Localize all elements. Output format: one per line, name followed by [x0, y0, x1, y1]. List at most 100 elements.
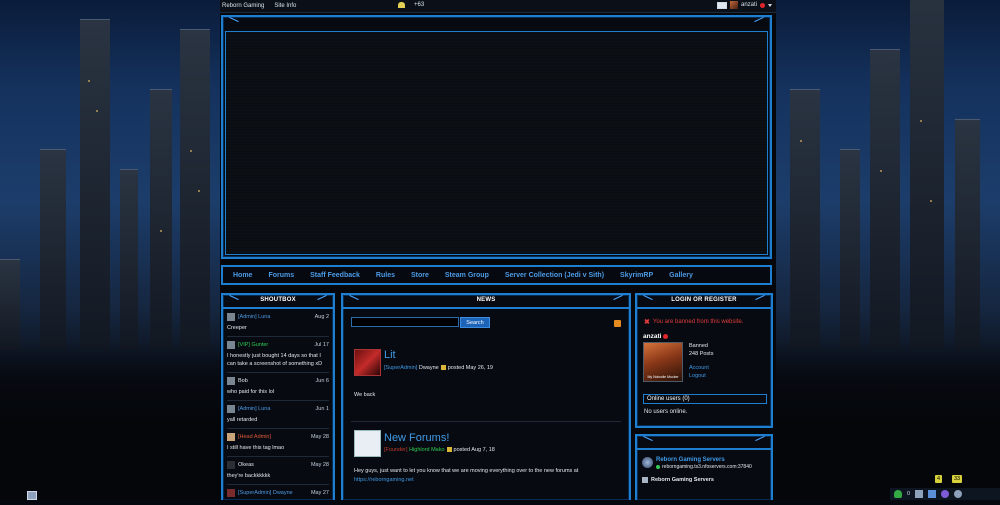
avatar[interactable] — [227, 432, 235, 441]
teamspeak-icon — [642, 457, 653, 468]
article-title[interactable]: New Forums! — [384, 432, 449, 444]
shout-user[interactable]: [Admin] Luna — [238, 406, 270, 412]
shout-message: they're backkkkkk — [227, 473, 271, 479]
nav-server-collection[interactable]: Server Collection (Jedi v Sith) — [505, 272, 604, 279]
avatar[interactable] — [227, 488, 235, 497]
avatar[interactable] — [227, 340, 235, 349]
shout-user[interactable]: Bob — [238, 378, 248, 384]
author-name[interactable]: Dwayne — [419, 365, 439, 371]
shoutbox-header: SHOUTBOX — [223, 294, 333, 309]
shoutbox-list: [Admin] Luna Aug 2 Creeper [VIP] Gunter Ju… — [223, 309, 333, 501]
game-server[interactable]: Reborn Gaming Servers — [642, 477, 771, 483]
article-body: Hey guys, just want to let you know that… — [354, 467, 616, 485]
chevron-down-icon[interactable] — [768, 3, 772, 7]
nav-skyrimrp[interactable]: SkyrimRP — [620, 272, 653, 279]
shout-date: Aug 2 — [314, 313, 329, 320]
shout-user[interactable]: [SuperAdmin] Dwayne — [238, 490, 293, 496]
banned-message: ✖ You are banned from this website. — [644, 318, 771, 326]
nav-rules[interactable]: Rules — [376, 272, 395, 279]
online-users-empty: No users online. — [644, 409, 688, 415]
article-link[interactable]: https://reborngaming.net — [354, 477, 414, 483]
notification-badge[interactable]: 33 — [952, 475, 963, 483]
shout-user[interactable]: Okeas — [238, 462, 254, 468]
avatar[interactable] — [729, 1, 738, 9]
nav-gallery[interactable]: Gallery — [669, 272, 693, 279]
list-item: [Head Admin] May 28 I still have this tag… — [227, 429, 329, 457]
shout-date: May 27 — [310, 489, 329, 496]
login-header: LOGIN OR REGISTER — [637, 294, 771, 309]
login-title: LOGIN OR REGISTER — [671, 297, 737, 303]
server-address-text: reborngaming.ts3.nfoservers.com:37840 — [662, 464, 752, 470]
article-title[interactable]: Lit — [384, 349, 396, 361]
username-label[interactable]: anzati — [643, 333, 661, 340]
nav-home[interactable]: Home — [233, 272, 252, 279]
notification-badge[interactable]: 4 — [935, 475, 943, 483]
notifications-icon[interactable] — [941, 490, 950, 498]
friends-icon[interactable] — [954, 490, 963, 498]
mail-icon[interactable] — [716, 1, 727, 9]
header-banner — [221, 15, 772, 259]
banner-header — [223, 16, 770, 29]
username-label[interactable]: anzati — [741, 2, 757, 8]
shout-date: Jul 17 — [314, 341, 329, 348]
article-text: Hey guys, just want to let you know that… — [354, 468, 579, 474]
avatar[interactable] — [354, 430, 381, 457]
author-role: [SuperAdmin] — [384, 365, 418, 371]
mail-icon[interactable] — [928, 490, 937, 498]
shout-user[interactable]: [Head Admin] — [238, 434, 271, 440]
shout-date: May 28 — [310, 461, 329, 468]
article-body: We back — [354, 392, 376, 398]
shout-user[interactable]: [Admin] Luna — [238, 314, 270, 320]
shoutbox-panel: SHOUTBOX [Admin] Luna Aug 2 Creeper [VIP]… — [221, 293, 335, 500]
teamspeak-server[interactable]: Reborn Gaming Servers reborngaming.ts3.n… — [642, 457, 771, 470]
shout-message: I still have this tag lmao — [227, 445, 285, 451]
users-online-count: 0 — [907, 491, 911, 497]
online-dot-icon — [656, 465, 660, 469]
avatar[interactable] — [354, 349, 381, 376]
users-online-icon[interactable] — [894, 490, 902, 498]
home-icon[interactable] — [915, 490, 924, 498]
bottom-toolbar: 0 — [890, 488, 1000, 500]
nav-store[interactable]: Store — [411, 272, 429, 279]
avatar[interactable]: My Nobodie Mocker — [643, 342, 683, 382]
shout-date: May 28 — [310, 433, 329, 440]
search-input[interactable] — [351, 317, 459, 327]
chat-icon[interactable] — [27, 491, 37, 500]
avatar[interactable] — [227, 460, 235, 469]
author-name[interactable]: Highlord Mako — [409, 447, 444, 453]
account-link[interactable]: Account — [689, 365, 709, 371]
news-article: New Forums! [Founder] Highlord Mako poste… — [351, 425, 621, 505]
avatar[interactable] — [227, 404, 235, 413]
status-dot-icon — [663, 334, 669, 339]
logout-link[interactable]: Logout — [689, 373, 706, 379]
article-meta: [SuperAdmin] Dwayne posted May 26, 19 — [384, 365, 493, 371]
user-posts: 248 Posts — [689, 351, 714, 357]
shout-user[interactable]: [VIP] Gunter — [238, 342, 268, 348]
online-users-header[interactable]: Online users (0) — [643, 394, 767, 404]
search-button[interactable]: Search — [460, 317, 490, 328]
user-menu[interactable]: anzati — [716, 1, 772, 9]
nav-staff-feedback[interactable]: Staff Feedback — [310, 272, 360, 279]
nav-steam-group[interactable]: Steam Group — [445, 272, 489, 279]
user-status: Banned — [689, 343, 708, 349]
shout-message: yall retarded — [227, 417, 258, 423]
main-nav: Home Forums Staff Feedback Rules Store S… — [221, 265, 772, 285]
server-name: Reborn Gaming Servers — [651, 477, 714, 483]
reputation-value: +63 — [414, 2, 425, 8]
list-item: [Admin] Luna Aug 2 Creeper — [227, 309, 329, 337]
top-bar: Reborn Gaming Site Info +63 anzati — [220, 0, 776, 13]
server-name[interactable]: Reborn Gaming Servers — [656, 457, 752, 463]
reputation-indicator[interactable]: +63 — [398, 2, 424, 8]
shout-date: Jun 6 — [315, 377, 329, 384]
avatar-caption: My Nobodie Mocker — [647, 375, 679, 379]
article-date: posted Aug 7, 18 — [453, 447, 495, 453]
shout-message: who paid for this lol — [227, 389, 275, 395]
site-info-link[interactable]: Site Info — [274, 3, 296, 9]
error-x-icon: ✖ — [644, 319, 650, 326]
avatar[interactable] — [227, 312, 235, 321]
list-item: Okeas May 28 they're backkkkkk — [227, 457, 329, 485]
site-name-link[interactable]: Reborn Gaming — [220, 3, 264, 9]
avatar[interactable] — [227, 376, 235, 385]
nav-forums[interactable]: Forums — [268, 272, 294, 279]
rss-icon[interactable] — [614, 320, 621, 327]
